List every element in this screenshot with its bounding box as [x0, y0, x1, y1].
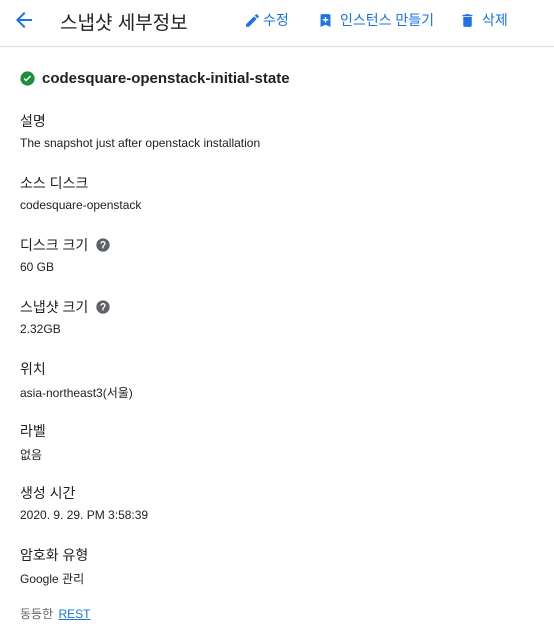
edit-label: 수정	[263, 12, 289, 28]
disk-size-label-row: 디스크 크기	[20, 236, 111, 254]
pencil-icon	[246, 13, 259, 27]
location-value: asia-northeast3(서울)	[20, 386, 133, 400]
page-title: 스냅샷 세부정보	[60, 13, 188, 34]
trash-icon	[462, 13, 473, 27]
created-label: 생성 시간	[20, 485, 76, 501]
snapshot-name: codesquare-openstack-initial-state	[42, 70, 290, 87]
source-disk-value: codesquare-openstack	[20, 198, 142, 212]
create-instance-label: 인스턴스 만들기	[340, 12, 435, 28]
edit-button[interactable]: 수정	[244, 10, 289, 30]
check-circle-icon	[20, 71, 35, 86]
help-icon[interactable]	[95, 299, 111, 315]
snapshot-name-row: codesquare-openstack-initial-state	[19, 70, 290, 87]
encryption-field: 암호화 유형 Google 관리	[20, 546, 88, 587]
location-label: 위치	[20, 361, 46, 377]
disk-size-field: 디스크 크기 60 GB	[20, 236, 111, 274]
snapshot-size-label-row: 스냅샷 크기	[20, 298, 111, 316]
back-arrow-icon[interactable]	[12, 8, 36, 32]
add-box-icon	[320, 13, 331, 27]
encryption-label: 암호화 유형	[20, 547, 89, 563]
equivalent-rest-row: 동등한 REST	[20, 605, 90, 622]
delete-button[interactable]: 삭제	[459, 10, 508, 30]
delete-label: 삭제	[482, 12, 508, 28]
create-instance-button[interactable]: 인스턴스 만들기	[317, 10, 434, 30]
snapshot-size-value: 2.32GB	[20, 322, 61, 336]
labels-label: 라벨	[20, 423, 46, 439]
description-field: 설명 The snapshot just after openstack ins…	[20, 112, 260, 150]
disk-size-value: 60 GB	[20, 260, 55, 274]
location-field: 위치 asia-northeast3(서울)	[20, 360, 133, 401]
rest-link[interactable]: REST	[58, 607, 90, 621]
labels-value: 없음	[20, 448, 43, 462]
disk-size-label: 디스크 크기	[20, 237, 89, 253]
snapshot-size-field: 스냅샷 크기 2.32GB	[20, 298, 111, 336]
labels-field: 라벨 없음	[20, 422, 46, 463]
top-bar: 스냅샷 세부정보 수정 인스턴스 만들기 삭제	[0, 0, 554, 47]
created-field: 생성 시간 2020. 9. 29. PM 3:58:39	[20, 484, 148, 522]
equivalent-text: 동등한	[20, 607, 54, 621]
created-value: 2020. 9. 29. PM 3:58:39	[20, 508, 149, 522]
source-disk-field: 소스 디스크 codesquare-openstack	[20, 174, 141, 212]
source-disk-label: 소스 디스크	[20, 175, 89, 191]
help-icon[interactable]	[95, 237, 111, 253]
description-label: 설명	[20, 113, 46, 129]
snapshot-size-label: 스냅샷 크기	[20, 299, 89, 315]
description-value: The snapshot just after openstack instal…	[20, 136, 261, 150]
encryption-value: Google 관리	[20, 572, 85, 586]
